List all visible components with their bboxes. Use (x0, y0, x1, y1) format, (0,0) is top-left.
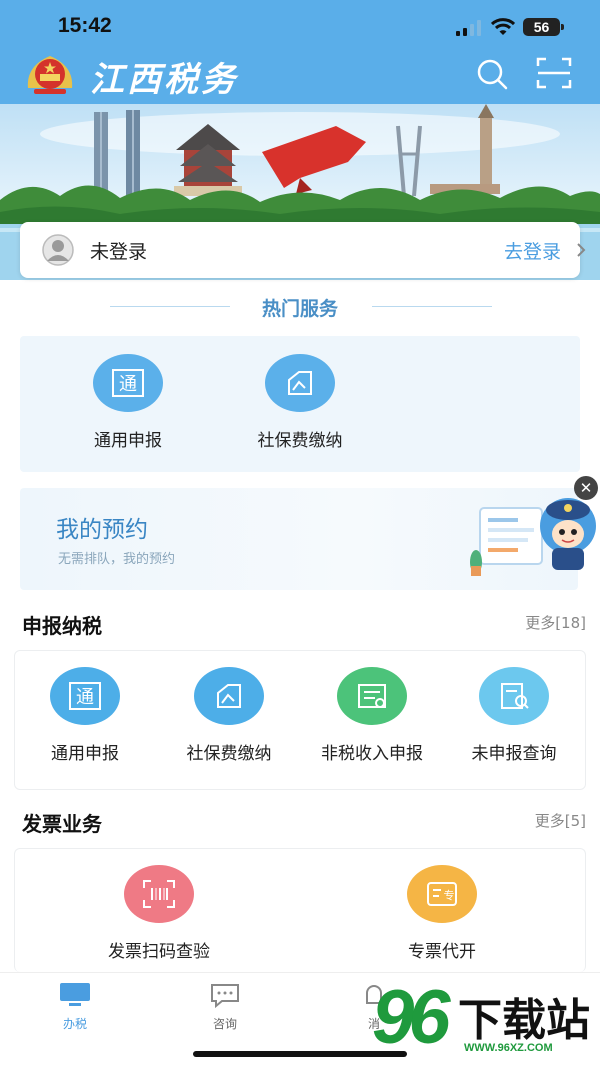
national-emblem-logo (27, 56, 73, 94)
declare-tax-card: 通 通用申报 社保费缴纳 非税收入申报 未申报查询 (14, 650, 586, 790)
hot-service-item[interactable]: 通 通用申报 (68, 354, 188, 451)
wifi-icon (491, 18, 515, 35)
declare-item-label: 非税收入申报 (321, 744, 423, 764)
hot-service-label: 社保费缴纳 (257, 431, 343, 451)
social-security-icon (194, 667, 264, 725)
nav-item-tax[interactable]: 办税 (35, 981, 115, 1032)
app-title: 江西税务 (90, 60, 238, 100)
avatar-icon (42, 234, 74, 266)
hot-services-header: 热门服务 (0, 292, 600, 322)
chat-icon (211, 984, 239, 1009)
appointment-banner[interactable]: 我的预约 无需排队，我的预约 (20, 488, 578, 590)
declare-item[interactable]: 未申报查询 (455, 667, 573, 764)
invoice-item[interactable]: 专 专票代开 (377, 865, 507, 962)
watermark-number: 96 (372, 975, 451, 1060)
tong-icon: 通 (93, 354, 163, 412)
hot-service-label: 通用申报 (94, 431, 162, 451)
status-time: 15:42 (58, 14, 112, 37)
login-link[interactable]: 去登录 (504, 237, 561, 264)
home-indicator[interactable] (193, 1051, 407, 1057)
declare-item-label: 未申报查询 (471, 744, 557, 764)
more-link-invoice[interactable]: 更多[5] (535, 810, 586, 831)
receipt-icon (337, 667, 407, 725)
police-mascot-icon[interactable] (530, 496, 600, 576)
declare-item[interactable]: 社保费缴纳 (167, 667, 291, 764)
declare-item-label: 通用申报 (51, 744, 119, 764)
section-title-invoice: 发票业务 (22, 812, 102, 836)
document-search-icon (479, 667, 549, 725)
appointment-title: 我的预约 (56, 517, 148, 543)
nav-label: 咨询 (212, 1017, 237, 1031)
declare-item[interactable]: 非税收入申报 (307, 667, 437, 764)
hot-services-panel: 通 通用申报 社保费缴纳 (20, 336, 580, 472)
invoice-item-label: 发票扫码查验 (108, 942, 210, 962)
invoice-item[interactable]: 发票扫码查验 (79, 865, 239, 962)
more-link-declare[interactable]: 更多[18] (525, 612, 586, 633)
login-status-text: 未登录 (90, 241, 148, 263)
tong-icon: 通 (50, 667, 120, 725)
chevron-right-icon (577, 243, 586, 257)
appointment-subtitle: 无需排队，我的预约 (58, 552, 176, 567)
barcode-scan-icon (124, 865, 194, 923)
nav-item-consult[interactable]: 咨询 (185, 981, 265, 1032)
monitor-icon (60, 983, 90, 1006)
section-title-declare: 申报纳税 (22, 614, 102, 638)
cellular-signal-icon (456, 20, 481, 36)
invoice-card: 发票扫码查验 专 专票代开 (14, 848, 586, 972)
login-card[interactable]: 未登录 去登录 (20, 222, 586, 278)
status-bar: 15:42 56 (0, 0, 600, 50)
social-security-icon (265, 354, 335, 412)
scan-icon[interactable] (536, 56, 572, 90)
nav-label: 办税 (62, 1017, 87, 1031)
invoice-issue-icon: 专 (407, 865, 477, 923)
app-header: 15:42 56 江西税务 (0, 0, 600, 104)
hot-service-item[interactable]: 社保费缴纳 (238, 354, 362, 451)
declare-item[interactable]: 通 通用申报 (25, 667, 145, 764)
watermark-text: 下载站 (458, 996, 590, 1045)
svg-text:通: 通 (119, 374, 137, 395)
svg-text:专: 专 (444, 888, 455, 902)
invoice-item-label: 专票代开 (408, 942, 476, 962)
hot-services-title: 热门服务 (261, 298, 338, 320)
search-icon[interactable] (474, 58, 510, 90)
declare-item-label: 社保费缴纳 (186, 744, 272, 764)
battery-indicator: 56 (523, 18, 564, 36)
svg-text:通: 通 (76, 687, 94, 708)
watermark-url: WWW.96XZ.COM (464, 1042, 553, 1054)
